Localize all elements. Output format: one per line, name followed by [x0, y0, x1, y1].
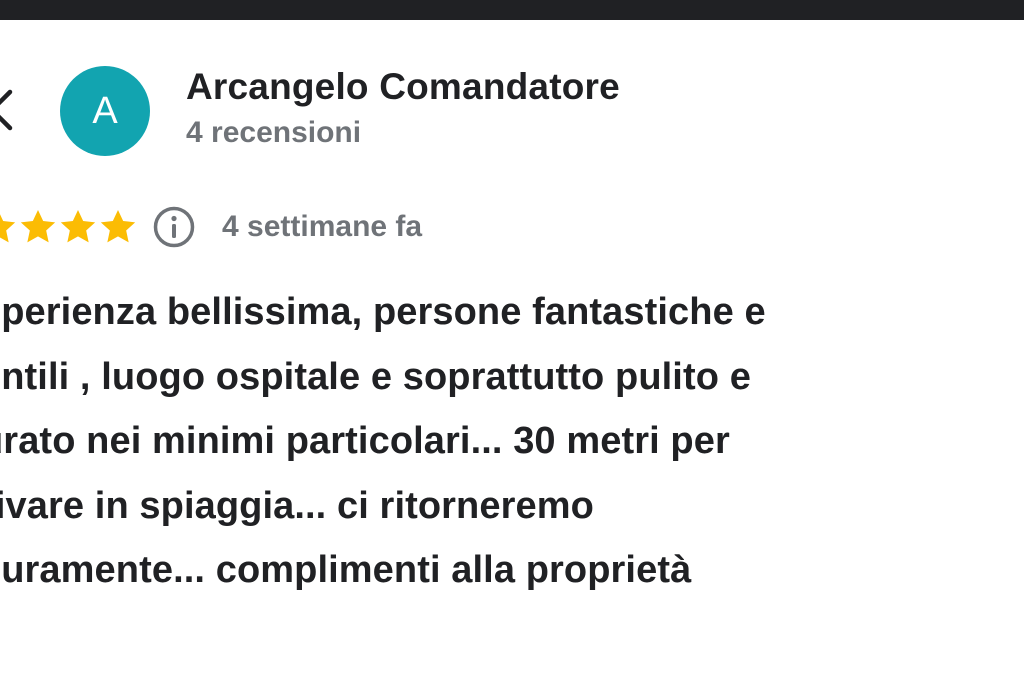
star-icon	[20, 210, 56, 243]
back-button[interactable]	[0, 86, 14, 134]
status-bar	[0, 0, 1024, 20]
review-text: sperienza bellissima, persone fantastich…	[0, 280, 980, 603]
star-rating	[0, 207, 138, 247]
rating-row: 4 settimane fa	[0, 204, 422, 250]
review-date: 4 settimane fa	[222, 210, 423, 243]
reviewer-name[interactable]: Arcangelo Comandatore	[186, 66, 620, 108]
avatar[interactable]: A	[60, 66, 150, 156]
star-icon	[60, 210, 96, 243]
info-icon[interactable]	[152, 205, 196, 249]
review-text-line: curamente... complimenti alla proprietà	[0, 549, 692, 591]
review-text-line: entili , luogo ospitale e soprattutto pu…	[0, 355, 751, 398]
review-text-line: rivare in spiaggia... ci ritorneremo	[0, 484, 594, 527]
review-count[interactable]: 4 recensioni	[186, 116, 361, 150]
review-detail-screen: A Arcangelo Comandatore 4 recensioni 4 s…	[0, 0, 1024, 683]
star-icon	[0, 214, 16, 243]
review-text-line: urato nei minimi particolari... 30 metri…	[0, 420, 730, 462]
star-icon	[100, 210, 136, 243]
chevron-left-icon	[0, 89, 13, 131]
review-text-line: sperienza bellissima, persone fantastich…	[0, 291, 766, 333]
